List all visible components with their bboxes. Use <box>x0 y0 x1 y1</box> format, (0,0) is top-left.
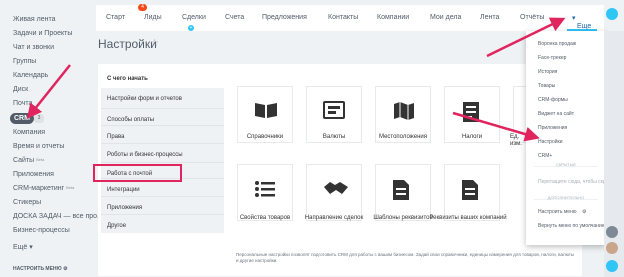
chevron-down-icon: ▾ <box>29 244 33 251</box>
sidebar-item-board[interactable]: ДОСКА ЗАДАЧ — все про... <box>13 213 103 220</box>
dropdown-item[interactable]: Приложения <box>538 125 567 131</box>
tile-product-properties[interactable] <box>237 164 293 221</box>
sidebar-item-sites[interactable]: Сайты Beta <box>13 157 44 164</box>
book-icon <box>255 103 277 118</box>
sidebar-item-chat[interactable]: Чат и звонки <box>13 44 54 51</box>
dropdown-item[interactable]: CRM+ <box>538 153 552 159</box>
tab-invoices[interactable]: Счета <box>225 14 244 21</box>
settings-footnote: Персональные настройки позволят подготов… <box>236 252 575 263</box>
sidebar-item-bp[interactable]: Бизнес-процессы <box>13 227 70 234</box>
chat-icon[interactable] <box>606 260 618 272</box>
sidebar-item-sites-label: Сайты <box>13 157 35 164</box>
drag-hint: Перетащите сюда, чтобы скрыть <box>538 179 615 185</box>
tab-more[interactable]: Еще ▾ <box>567 5 597 31</box>
add-deal-icon[interactable]: + <box>188 25 194 31</box>
page-title: Настройки <box>98 37 157 51</box>
more-dropdown-menu: Воронка продаж Face-трекер История Товар… <box>526 31 614 245</box>
beta-tag: Beta <box>66 185 75 190</box>
sidebar-item-more[interactable]: Ещё ▾ <box>13 243 33 251</box>
tile-label: Местоположения <box>379 134 427 140</box>
tab-more-label: Еще ▾ <box>572 15 592 30</box>
tab-my-activities[interactable]: Мои дела <box>430 14 461 21</box>
sidebar-item-apps[interactable]: Приложения <box>13 171 54 178</box>
document-icon <box>393 180 409 200</box>
dropdown-item[interactable]: Face-трекер <box>538 55 566 61</box>
right-rail <box>604 31 624 277</box>
sidebar-item-feed[interactable]: Живая лента <box>13 16 56 23</box>
crm-counter-badge: 3 <box>34 114 44 123</box>
tab-companies[interactable]: Компании <box>377 14 409 21</box>
settings-menu: Настройки форм и отчетов Способы оплаты … <box>101 88 224 233</box>
configure-menu-item[interactable]: Настроить меню <box>538 209 577 215</box>
tile-requisite-templates[interactable] <box>375 164 431 221</box>
dropdown-item[interactable]: Виджет на сайт <box>538 111 574 117</box>
dropdown-item[interactable]: История <box>538 69 557 75</box>
map-icon <box>394 102 414 120</box>
dropdown-item[interactable]: Товары <box>538 83 555 89</box>
sidebar-item-time[interactable]: Время и отчеты <box>13 143 64 150</box>
extra-section-label: ДОПОЛНИТЕЛЬНО <box>547 195 585 200</box>
sidebar-item-groups[interactable]: Группы <box>13 58 36 65</box>
tile-label: Налоги <box>461 134 483 140</box>
left-sidebar: Живая лента Задачи и Проекты Чат и звонк… <box>0 0 103 277</box>
dropdown-item[interactable]: CRM-формы <box>538 97 568 103</box>
sidebar-item-more-label: Ещё <box>13 244 28 251</box>
hidden-section-label: СКРЫТЫЕ <box>555 162 577 167</box>
reset-menu-item[interactable]: Вернуть меню по умолчанию <box>538 223 606 229</box>
settings-menu-heading: С чего начать <box>107 76 148 82</box>
settings-menu-item[interactable]: Настройки форм и отчетов <box>101 88 224 110</box>
crm-top-nav: Старт Лиды Сделки 4 + Счета Предложения … <box>96 4 604 31</box>
tile-deal-directions[interactable] <box>306 164 362 221</box>
dropdown-item-settings[interactable]: Настройки <box>538 139 563 145</box>
sidebar-item-tasks[interactable]: Задачи и Проекты <box>13 30 72 37</box>
tile-label: Валюты <box>322 134 346 140</box>
tab-leads[interactable]: Лиды <box>144 14 162 21</box>
sidebar-item-mail[interactable]: Почта <box>13 100 32 107</box>
sidebar-item-crm-marketing[interactable]: CRM-маркетинг Beta <box>13 185 74 192</box>
tab-start[interactable]: Старт <box>106 14 125 21</box>
sidebar-item-disk[interactable]: Диск <box>13 86 28 93</box>
sidebar-item-crm-marketing-label: CRM-маркетинг <box>13 185 65 192</box>
sidebar-item-stickers[interactable]: Стикеры <box>13 199 41 206</box>
currency-icon <box>323 101 345 119</box>
tab-stream[interactable]: Лента <box>480 14 499 21</box>
tile-label: Реквизиты ваших компаний <box>429 215 507 221</box>
beta-tag: Beta <box>36 157 45 162</box>
dropdown-item[interactable]: Воронка продаж <box>538 41 576 47</box>
configure-menu-label: НАСТРОИТЬ МЕНЮ <box>13 266 62 272</box>
sidebar-item-company[interactable]: Компания <box>13 129 45 136</box>
sidebar-item-calendar[interactable]: Календарь <box>13 72 48 79</box>
avatar[interactable] <box>606 226 618 238</box>
tab-deals[interactable]: Сделки <box>182 14 206 21</box>
handshake-icon <box>324 182 348 194</box>
deals-count-badge: 4 <box>138 4 147 11</box>
gear-icon: ⚙ <box>63 266 68 272</box>
tab-contacts[interactable]: Контакты <box>328 14 358 21</box>
gear-icon: ⚙ <box>582 209 587 215</box>
mail-item-highlight <box>93 164 182 182</box>
star-icon[interactable]: ☆ <box>150 38 159 49</box>
tab-reports[interactable]: Отчёты <box>520 14 544 21</box>
sidebar-item-crm[interactable]: CRM <box>10 113 34 124</box>
tile-label: Справочники <box>246 134 284 140</box>
avatar[interactable] <box>606 242 618 254</box>
bell-icon[interactable] <box>606 8 618 20</box>
tab-quotes[interactable]: Предложения <box>262 14 307 21</box>
configure-menu-link[interactable]: НАСТРОИТЬ МЕНЮ ⚙ <box>13 266 68 272</box>
list-icon <box>255 181 275 197</box>
tile-label: Направление сделок <box>304 215 364 221</box>
tax-icon <box>463 102 479 122</box>
settings-menu-item[interactable]: Другое <box>101 214 224 236</box>
tile-company-requisites[interactable] <box>444 164 500 221</box>
document-icon <box>462 180 478 200</box>
